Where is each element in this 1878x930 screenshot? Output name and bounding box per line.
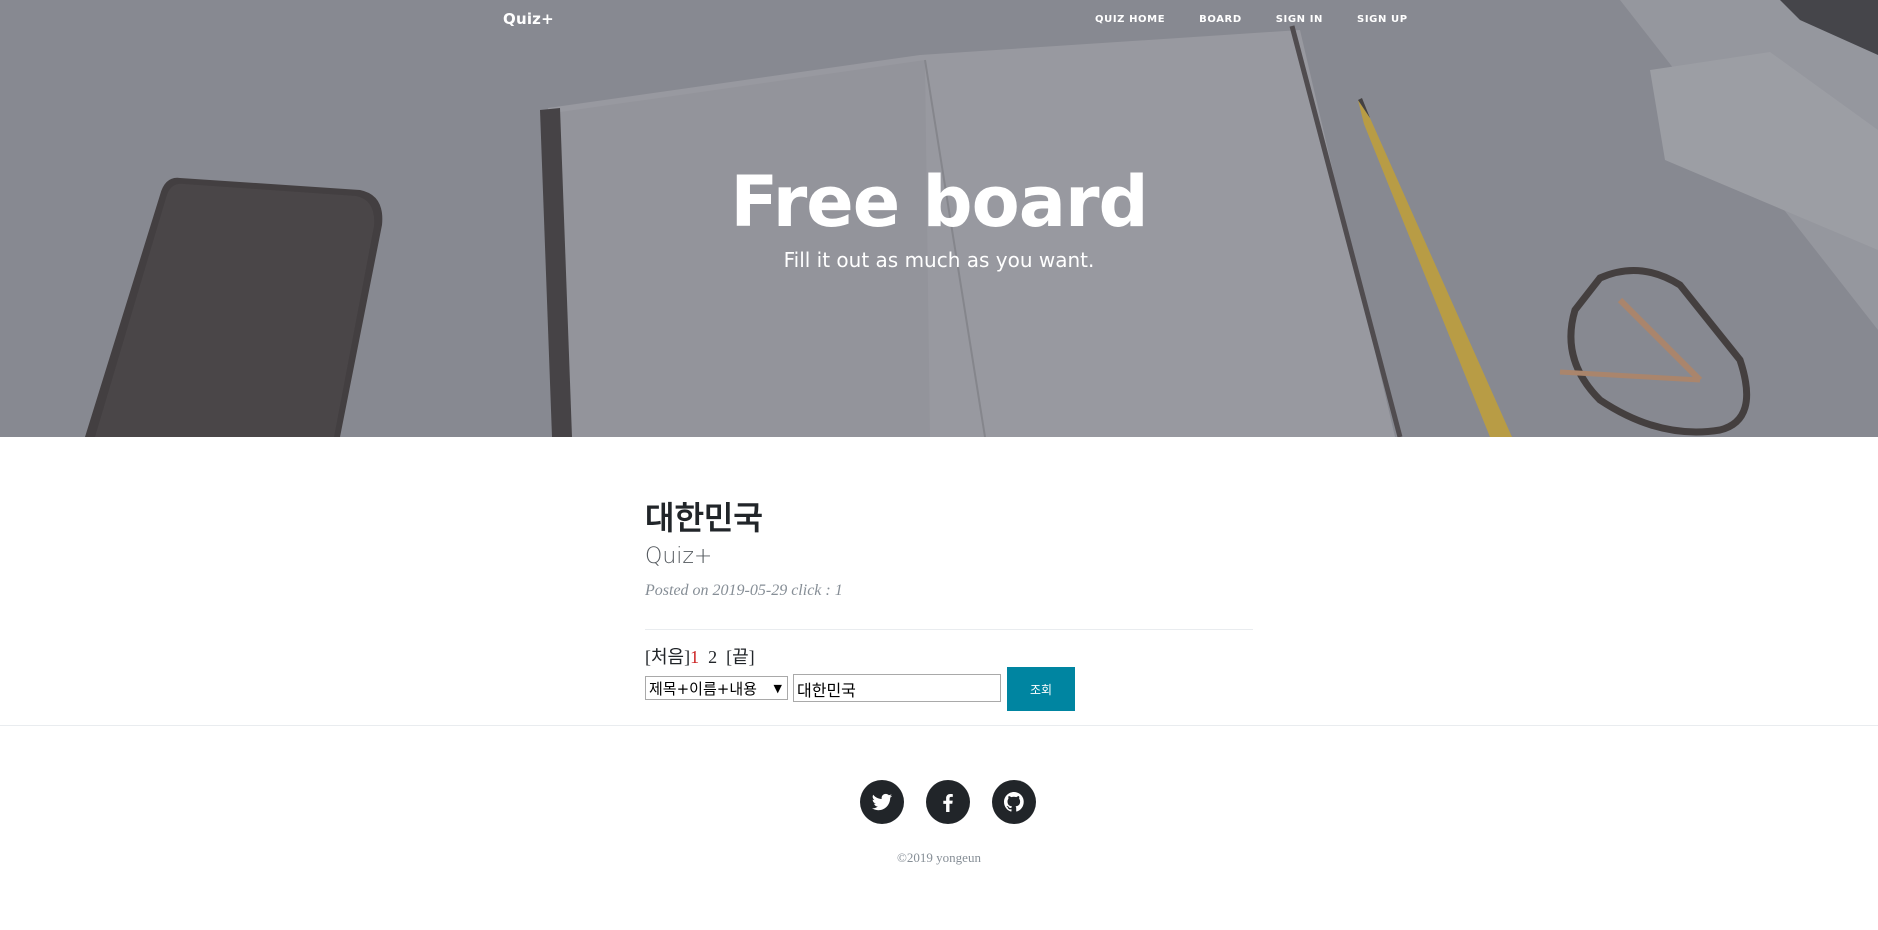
twitter-link[interactable] [860,780,904,824]
pagination: [처음]1 2 [끝] [645,643,755,669]
nav-link-sign-in[interactable]: SIGN IN [1276,14,1323,25]
post-meta: Posted on 2019-05-29 click : 1 [645,582,1255,600]
facebook-icon [943,794,953,812]
brand-logo-link[interactable]: Quiz+ [503,10,554,28]
hero-title: Free board [730,161,1148,243]
post-divider [645,629,1253,630]
post-date: 2019-05-29 [712,582,788,599]
search-input[interactable]: 대한민국 [793,674,1001,702]
nav-link-quiz-home[interactable]: QUIZ HOME [1095,14,1165,25]
nav-link-board[interactable]: BOARD [1199,14,1242,25]
copyright-text: ©2019 yongeun [897,850,981,865]
nav-link-sign-up[interactable]: SIGN UP [1357,14,1408,25]
masthead: Quiz+ QUIZ HOME BOARD SIGN IN SIGN UP Fr… [0,0,1878,437]
post-click-count: click : 1 [791,582,843,599]
navbar: Quiz+ QUIZ HOME BOARD SIGN IN SIGN UP [0,0,1878,42]
search-button[interactable]: 조회 [1007,667,1075,711]
github-icon [1004,792,1024,812]
footer-divider [0,725,1878,726]
nav-links: QUIZ HOME BOARD SIGN IN SIGN UP [1095,14,1442,25]
search-field-selected: 제목+이름+내용 [649,679,757,698]
dropdown-arrow-icon: ▼ [773,681,782,695]
post-preview: 대한민국 Quiz+ Posted on 2019-05-29 click : … [645,496,1255,600]
search-form: 제목+이름+내용 ▼ 대한민국 조회 [645,667,1075,711]
pager-last-link[interactable]: [끝] [726,647,755,667]
github-link[interactable] [992,780,1036,824]
post-meta-prefix: Posted on [645,582,709,599]
hero-heading: Free board Fill it out as much as you wa… [0,160,1878,272]
pager-first-link[interactable]: [처음] [645,647,690,667]
hero-subtitle: Fill it out as much as you want. [783,248,1095,272]
post-title[interactable]: 대한민국 [645,496,1255,540]
search-field-select[interactable]: 제목+이름+내용 ▼ [645,676,788,700]
twitter-icon [871,793,893,811]
pager-current-page: 1 [690,647,700,667]
post-subtitle: Quiz+ [645,544,713,569]
pager-page-2-link[interactable]: 2 [708,647,717,667]
social-links [860,780,1036,824]
facebook-link[interactable] [926,780,970,824]
